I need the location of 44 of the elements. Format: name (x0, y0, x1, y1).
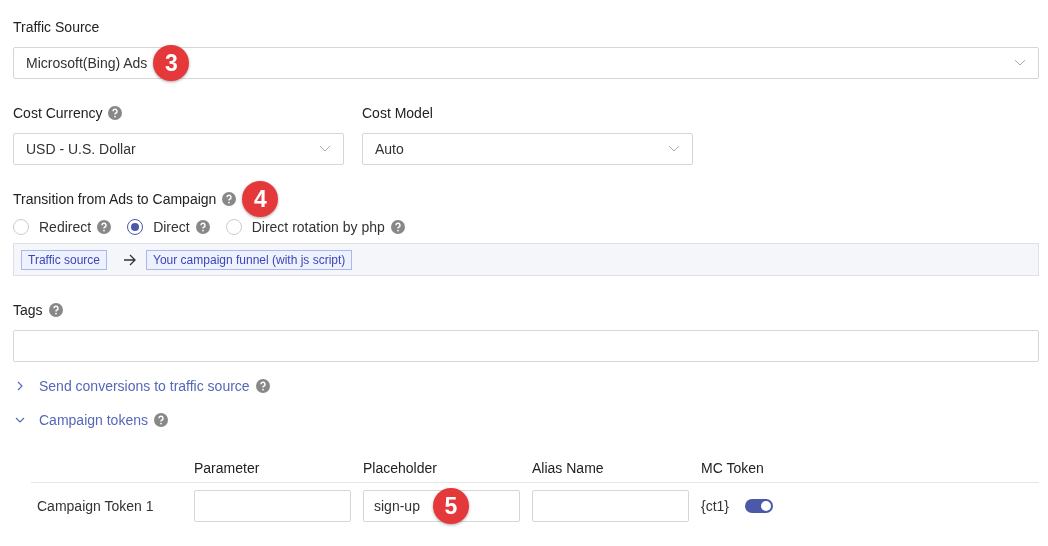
help-icon[interactable] (255, 379, 270, 393)
chevron-right-icon[interactable] (15, 381, 25, 391)
select-field[interactable]: USD - U.S. Dollar (13, 133, 344, 165)
radio-label[interactable]: Direct (153, 219, 190, 235)
parameter-input[interactable] (194, 490, 351, 522)
arrow-right-icon (123, 253, 138, 266)
radio-label[interactable]: Direct rotation by php (251, 219, 385, 235)
section-link[interactable]: Send conversions to traffic source (39, 378, 250, 394)
field-label: Cost Currency (13, 105, 103, 121)
field-label: Cost Model (362, 105, 433, 121)
help-icon[interactable] (390, 220, 405, 234)
step-number-badge: 3 (153, 45, 190, 81)
field-label: Traffic Source (13, 19, 100, 35)
column-header: Parameter (194, 460, 261, 476)
chevron-down-icon (668, 145, 680, 153)
select-field[interactable]: Microsoft(Bing) Ads 3 (13, 47, 1039, 79)
help-icon[interactable] (48, 303, 63, 317)
select-field[interactable]: Auto (362, 133, 693, 165)
section-link[interactable]: Campaign tokens (39, 412, 148, 428)
column-header: MC Token (701, 460, 765, 476)
tags-input[interactable] (13, 330, 1039, 362)
chevron-down-icon (319, 145, 331, 153)
chevron-down-icon (1014, 59, 1026, 67)
help-icon[interactable] (195, 220, 210, 234)
field-label: Tags (13, 302, 43, 318)
column-header: Placeholder (363, 460, 438, 476)
help-icon[interactable] (108, 106, 123, 120)
alias-name-input[interactable] (532, 490, 689, 522)
select-value: Microsoft(Bing) Ads (26, 55, 148, 71)
toggle-switch[interactable] (745, 499, 774, 513)
flow-step-tag: Traffic source (21, 249, 108, 270)
token-code: {ct1} (701, 498, 730, 514)
select-value: USD - U.S. Dollar (26, 141, 136, 157)
chevron-down-icon[interactable] (15, 415, 25, 425)
help-icon[interactable] (153, 413, 168, 427)
token-name: Campaign Token 1 (37, 498, 155, 514)
step-number-badge: 4 (242, 181, 279, 217)
help-icon[interactable] (222, 192, 237, 206)
column-header: Alias Name (532, 460, 605, 476)
field-label: Transition from Ads to Campaign (13, 191, 217, 207)
radio-label[interactable]: Redirect (39, 219, 92, 235)
flow-step-tag: Your campaign funnel (with js script) (146, 249, 353, 270)
select-value: Auto (375, 141, 404, 157)
help-icon[interactable] (97, 220, 112, 234)
